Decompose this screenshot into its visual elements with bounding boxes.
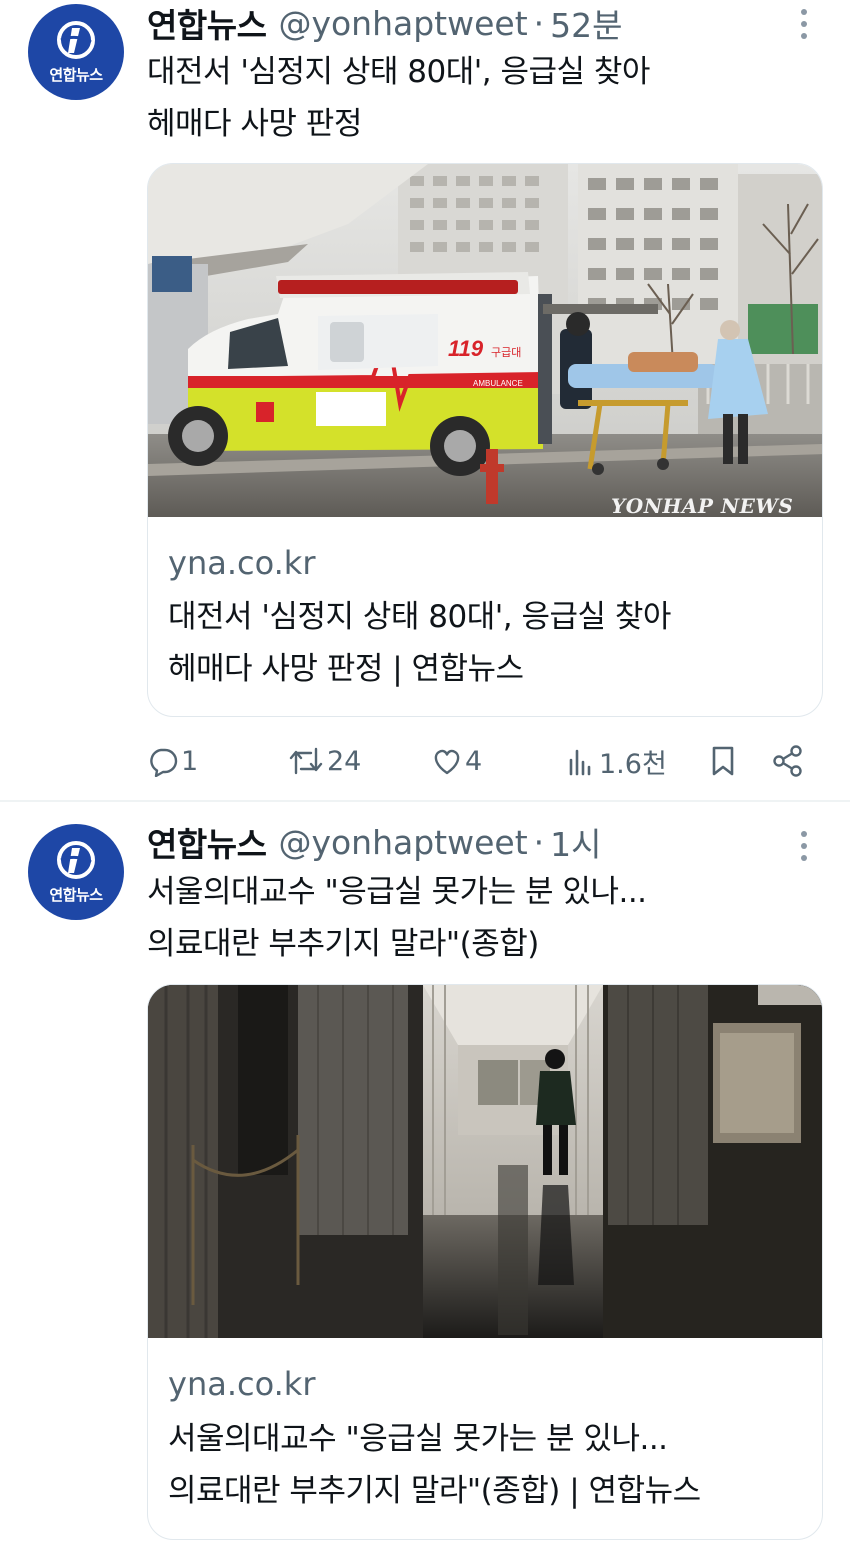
tweet-text: 서울의대교수 "응급실 못가는 분 있나... 의료대란 부추기지 말라"(종합… [147,866,807,970]
card-title-line: 대전서 '심정지 상태 80대', 응급실 찾아 [168,599,671,635]
author-handle[interactable]: @yonhaptweet [278,4,527,43]
ambulance-label: AMBULANCE [473,379,523,388]
avatar[interactable]: 연합뉴스 [28,4,124,100]
link-card[interactable]: yna.co.kr 서울의대교수 "응급실 못가는 분 있나... 의료대란 부… [147,984,823,1540]
bookmark-icon [712,746,734,776]
hospital-corridor-photo [148,985,822,1338]
tweet-actions: 1 24 4 1.6천 [147,738,817,784]
tweet-text: 대전서 '심정지 상태 80대', 응급실 찾아 헤매다 사망 판정 [147,46,807,150]
like-count: 4 [465,745,483,777]
card-title-line: 의료대란 부추기지 말라"(종합) | 연합뉴스 [168,1473,701,1509]
retweet-button[interactable]: 24 [287,738,361,784]
article-image[interactable]: 119 구급대 AMBULANCE YONHAP NEWS [148,164,822,518]
tweet-header: 연합뉴스 @yonhaptweet · 52분 [147,0,623,47]
retweet-count: 24 [327,745,362,777]
avatar-label: 연합뉴스 [49,66,103,84]
speech-bubble-icon [150,748,178,777]
card-title[interactable]: 서울의대교수 "응급실 못가는 분 있나... 의료대란 부추기지 말라"(종합… [168,1413,808,1517]
tweet-text-line: 의료대란 부추기지 말라"(종합) [147,926,539,962]
reply-button[interactable]: 1 [147,738,198,784]
author-handle[interactable]: @yonhaptweet [278,823,527,862]
ambulance-photo: 119 구급대 AMBULANCE [148,164,822,517]
separator-dot: · [533,3,545,43]
ambulance-unit-name: 구급대 [491,346,521,359]
tweet-text-line: 대전서 '심정지 상태 80대', 응급실 찾아 [147,54,650,90]
avatar-label: 연합뉴스 [49,886,103,904]
card-title-line: 헤매다 사망 판정 | 연합뉴스 [168,651,524,687]
timestamp[interactable]: 52분 [550,0,622,47]
bar-chart-icon [569,749,591,776]
tweet[interactable]: 연합뉴스 연합뉴스 @yonhaptweet · 52분 대전서 '심정지 상태… [0,0,850,800]
article-image[interactable] [148,985,822,1338]
bookmark-button[interactable] [707,738,739,784]
image-watermark: YONHAP NEWS [611,494,794,518]
reply-count: 1 [181,745,199,777]
card-domain[interactable]: yna.co.kr [168,544,315,582]
ambulance-unit-number: 119 [448,336,484,361]
views-button[interactable]: 1.6천 [565,738,667,784]
tweet-header: 연합뉴스 @yonhaptweet · 1시 [147,818,602,866]
yonhap-logo-icon [57,21,95,59]
link-card[interactable]: 119 구급대 AMBULANCE YONHAP NEWS yna.co.kr … [147,163,823,717]
avatar[interactable]: 연합뉴스 [28,824,124,920]
more-options-icon[interactable] [790,4,818,44]
share-button[interactable] [771,738,805,784]
author-name[interactable]: 연합뉴스 [147,818,267,866]
retweet-arrows-icon [289,747,323,775]
timestamp[interactable]: 1시 [550,818,601,866]
share-nodes-icon [773,745,802,777]
yonhap-logo-icon [57,841,95,879]
card-domain[interactable]: yna.co.kr [168,1365,315,1403]
view-count: 1.6천 [599,748,667,780]
tweet[interactable]: 연합뉴스 연합뉴스 @yonhaptweet · 1시 서울의대교수 "응급실 … [0,802,850,1552]
card-title-line: 서울의대교수 "응급실 못가는 분 있나... [168,1421,668,1457]
heart-icon [434,749,460,775]
like-button[interactable]: 4 [431,738,482,784]
more-options-icon[interactable] [790,826,818,866]
tweet-text-line: 헤매다 사망 판정 [147,106,362,142]
separator-dot: · [533,822,545,862]
tweet-text-line: 서울의대교수 "응급실 못가는 분 있나... [147,874,647,910]
card-title[interactable]: 대전서 '심정지 상태 80대', 응급실 찾아 헤매다 사망 판정 | 연합뉴… [168,591,808,695]
author-name[interactable]: 연합뉴스 [147,0,267,47]
